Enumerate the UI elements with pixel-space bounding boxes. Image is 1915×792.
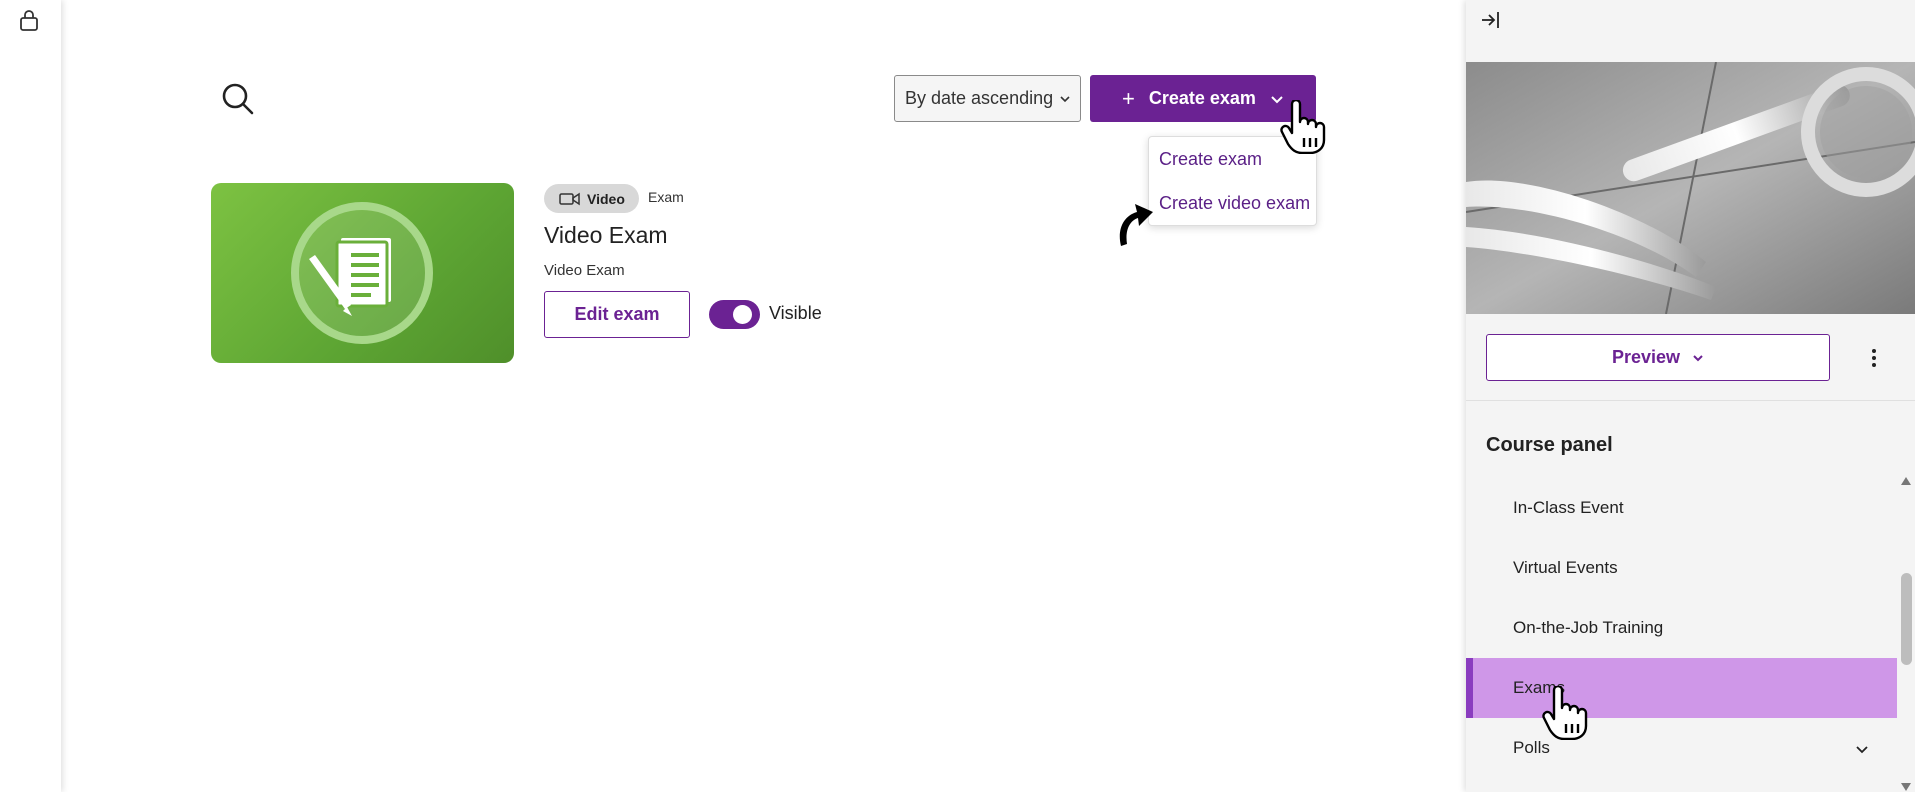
plus-icon: + bbox=[1122, 85, 1135, 111]
course-side-panel: Preview Course panel In-Class Event Virt… bbox=[1466, 0, 1915, 792]
scroll-up-arrow[interactable] bbox=[1901, 477, 1911, 485]
hand-cursor-icon bbox=[1280, 100, 1326, 154]
scrollbar-thumb[interactable] bbox=[1901, 573, 1912, 665]
chevron-down-icon bbox=[1060, 95, 1070, 102]
collapse-panel-icon[interactable] bbox=[1480, 9, 1502, 31]
video-badge-label: Video bbox=[587, 190, 625, 207]
video-badge: Video bbox=[544, 184, 639, 213]
search-icon[interactable] bbox=[221, 82, 255, 116]
nav-item-label: Virtual Events bbox=[1513, 558, 1618, 577]
nav-item-label: On-the-Job Training bbox=[1513, 618, 1664, 637]
exam-title[interactable]: Video Exam bbox=[544, 222, 668, 249]
sort-dropdown[interactable]: By date ascending bbox=[894, 75, 1081, 122]
edit-exam-button[interactable]: Edit exam bbox=[544, 291, 690, 338]
visible-toggle[interactable] bbox=[709, 300, 760, 329]
toggle-knob bbox=[733, 305, 752, 324]
exam-document-icon bbox=[291, 202, 433, 344]
scroll-down-arrow[interactable] bbox=[1901, 783, 1911, 791]
visible-label: Visible bbox=[769, 303, 822, 323]
nav-item-label: In-Class Event bbox=[1513, 498, 1624, 517]
left-rail bbox=[0, 0, 61, 792]
nav-item-label: Polls bbox=[1513, 738, 1550, 757]
video-camera-icon bbox=[559, 192, 580, 205]
preview-button[interactable]: Preview bbox=[1486, 334, 1830, 381]
exam-subtitle: Video Exam bbox=[544, 262, 625, 279]
course-image bbox=[1466, 62, 1915, 314]
type-label: Exam bbox=[648, 189, 684, 205]
main-content: By date ascending + Create exam Create e… bbox=[61, 0, 1466, 792]
course-nav-list: In-Class Event Virtual Events On-the-Job… bbox=[1466, 478, 1897, 778]
course-panel-heading: Course panel bbox=[1486, 434, 1613, 456]
hand-cursor-icon bbox=[1542, 686, 1588, 740]
nav-item-polls[interactable]: Polls bbox=[1466, 718, 1897, 778]
menu-item-create-video-exam[interactable]: Create video exam bbox=[1159, 193, 1310, 214]
chevron-down-icon[interactable] bbox=[1855, 742, 1869, 756]
kebab-menu-icon[interactable] bbox=[1865, 346, 1883, 370]
nav-item-exams[interactable]: Exams bbox=[1466, 658, 1897, 718]
curved-arrow-icon bbox=[1119, 204, 1153, 246]
menu-item-create-exam[interactable]: Create exam bbox=[1159, 149, 1262, 170]
create-exam-label: Create exam bbox=[1148, 88, 1256, 108]
preview-label: Preview bbox=[1611, 347, 1681, 367]
panel-divider bbox=[1466, 400, 1915, 401]
nav-item-in-class-event[interactable]: In-Class Event bbox=[1466, 478, 1897, 538]
nav-item-on-the-job-training[interactable]: On-the-Job Training bbox=[1466, 598, 1897, 658]
nav-item-virtual-events[interactable]: Virtual Events bbox=[1466, 538, 1897, 598]
lock-icon[interactable] bbox=[18, 8, 40, 32]
chevron-down-icon bbox=[1693, 354, 1703, 361]
exam-thumbnail[interactable] bbox=[211, 183, 514, 363]
sort-label: By date ascending bbox=[905, 88, 1054, 108]
